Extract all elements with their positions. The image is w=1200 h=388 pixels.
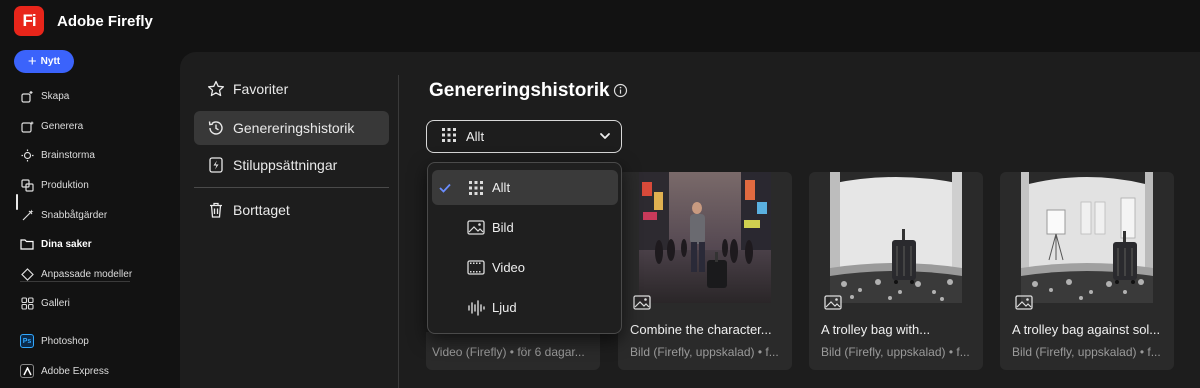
menu-item-video[interactable]: Video [432, 250, 618, 285]
filter-dropdown-menu: Allt Bild Video Ljud [427, 162, 622, 334]
create-icon [20, 89, 34, 103]
nav-item-your-stuff[interactable]: Dina saker [20, 234, 92, 254]
card-meta: Bild (Firefly, uppskalad) • f... [1012, 345, 1161, 359]
sidebar-item-favorites[interactable]: Favoriter [194, 72, 389, 106]
history-card[interactable]: A trolley bag against sol... Bild (Firef… [1000, 172, 1174, 370]
trash-icon [207, 201, 225, 219]
card-thumbnail[interactable] [639, 172, 771, 303]
active-indicator [16, 194, 18, 210]
gallery-icon [20, 296, 34, 310]
plus-icon: + [27, 53, 37, 70]
card-title: Combine the character... [630, 322, 772, 337]
video-icon [466, 258, 486, 278]
history-card[interactable]: Combine the character... Bild (Firefly, … [618, 172, 792, 370]
sidebar-item-generation-history[interactable]: Genereringshistorik [194, 111, 389, 145]
production-icon [20, 178, 34, 192]
nav-divider [20, 281, 130, 282]
card-thumbnail[interactable] [830, 172, 962, 303]
menu-item-all[interactable]: Allt [432, 170, 618, 205]
image-type-icon [1015, 295, 1033, 310]
card-thumbnail[interactable] [1021, 172, 1153, 303]
card-meta: Bild (Firefly, uppskalad) • f... [821, 345, 970, 359]
audio-icon [466, 298, 486, 318]
nav-item-generate[interactable]: Generera [20, 116, 83, 136]
folder-icon [20, 237, 34, 251]
sidebar-item-deleted[interactable]: Borttaget [194, 193, 389, 227]
history-card[interactable]: A trolley bag with... Bild (Firefly, upp… [809, 172, 983, 370]
generate-icon [20, 119, 34, 133]
image-type-icon [824, 295, 842, 310]
nav-item-adobe-express[interactable]: Adobe Express [20, 361, 109, 381]
card-meta: Bild (Firefly, uppskalad) • f... [630, 345, 779, 359]
nav-item-gallery[interactable]: Galleri [20, 293, 70, 313]
nav-item-photoshop[interactable]: Ps Photoshop [20, 331, 89, 351]
adobe-express-icon [20, 364, 34, 378]
nav-item-production[interactable]: Produktion [20, 175, 89, 195]
star-icon [207, 80, 225, 98]
info-icon[interactable] [613, 83, 628, 98]
brainstorm-icon [20, 148, 34, 162]
sidebar-item-style-kits[interactable]: Stiluppsättningar [194, 148, 389, 182]
grid-icon [466, 178, 486, 198]
checkmark-icon [432, 180, 458, 196]
top-bar: Fi Adobe Firefly [0, 0, 1200, 42]
card-meta: Video (Firefly) • för 6 dagar... [432, 345, 585, 359]
menu-item-audio[interactable]: Ljud [432, 290, 618, 325]
history-card[interactable]: Video (Firefly) • för 6 dagar... [426, 332, 600, 370]
history-icon [207, 119, 225, 137]
filter-picker[interactable]: Allt [426, 120, 622, 153]
card-title: A trolley bag with... [821, 322, 931, 337]
nav-item-create[interactable]: Skapa [20, 86, 69, 106]
photoshop-icon: Ps [20, 334, 34, 348]
firefly-logo[interactable]: Fi [14, 6, 44, 36]
nav-item-quick-actions[interactable]: Snabbåtgärder [20, 205, 107, 225]
filter-value: Allt [466, 129, 485, 144]
card-title: A trolley bag against sol... [1012, 322, 1161, 337]
nav-item-brainstorm[interactable]: Brainstorma [20, 145, 95, 165]
chevron-down-icon [599, 130, 611, 145]
image-icon [466, 218, 486, 238]
quick-actions-icon [20, 208, 34, 222]
column-divider [398, 75, 399, 388]
new-button[interactable]: + Nytt [14, 50, 74, 73]
image-type-icon [633, 295, 651, 310]
style-kit-icon [207, 156, 225, 174]
app-title: Adobe Firefly [57, 12, 153, 30]
page-title: Genereringshistorik [429, 80, 610, 101]
grid-icon [441, 127, 457, 146]
custom-models-icon [20, 267, 34, 281]
sidebar-divider [194, 187, 389, 188]
menu-item-image[interactable]: Bild [432, 210, 618, 245]
